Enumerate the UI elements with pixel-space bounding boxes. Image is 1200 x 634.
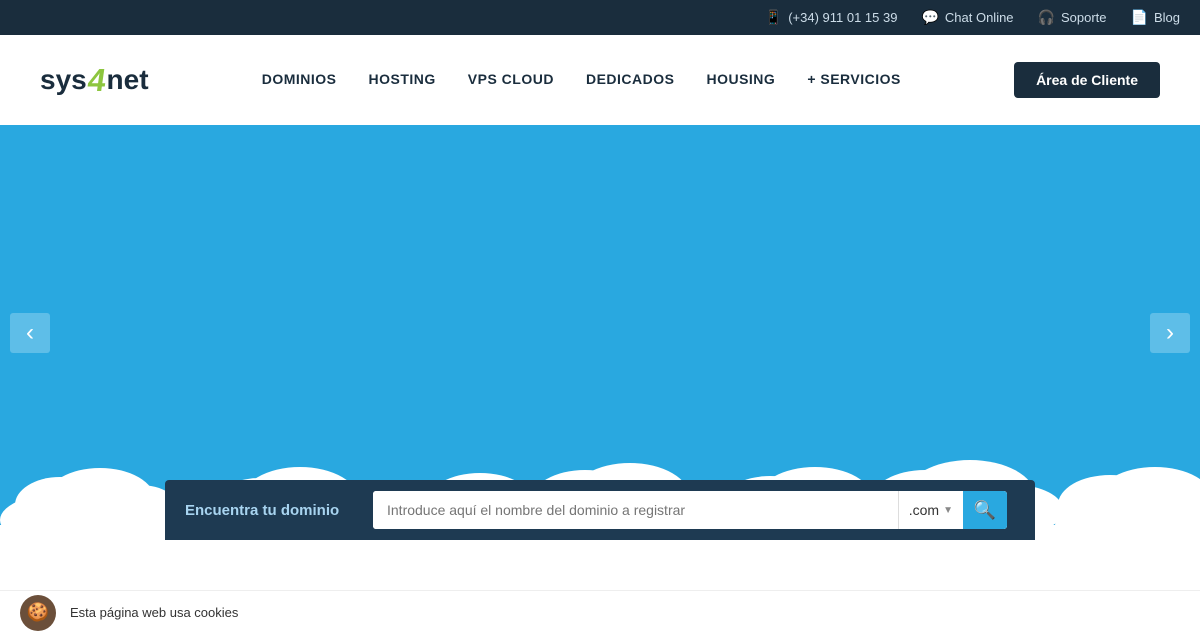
logo-net: net (107, 64, 149, 96)
chat-link[interactable]: 💬 Chat Online (921, 9, 1013, 26)
domain-bar-label: Encuentra tu dominio (185, 502, 365, 519)
phone-number: (+34) 911 01 15 39 (788, 10, 897, 25)
slider-next-button[interactable]: › (1150, 313, 1190, 353)
search-icon: 🔍 (974, 500, 996, 521)
blog-label: Blog (1154, 10, 1180, 25)
hero-slider: ‹ › (0, 125, 1200, 540)
nav-links: DOMINIOS HOSTING VPS CLOUD DEDICADOS HOU… (262, 71, 901, 89)
soporte-label: Soporte (1061, 10, 1107, 25)
domain-tld-value: .com (909, 502, 939, 518)
slider-prev-button[interactable]: ‹ (10, 313, 50, 353)
chat-label: Chat Online (945, 10, 1014, 25)
cookie-bar: 🍪 Esta página web usa cookies (0, 590, 1200, 634)
blog-icon: 📄 (1131, 9, 1148, 26)
nav-dedicados[interactable]: DEDICADOS (586, 71, 675, 87)
domain-tld-selector[interactable]: .com ▼ (898, 491, 963, 529)
blog-link[interactable]: 📄 Blog (1131, 9, 1180, 26)
logo-sys: sys (40, 64, 87, 96)
nav-vps[interactable]: VPS CLOUD (468, 71, 554, 87)
phone-icon: 📱 (765, 9, 782, 26)
main-nav: sys 4 net DOMINIOS HOSTING VPS CLOUD DED… (0, 35, 1200, 125)
nav-hosting[interactable]: HOSTING (368, 71, 435, 87)
domain-search-button[interactable]: 🔍 (963, 491, 1007, 529)
logo-4: 4 (85, 64, 107, 96)
headset-icon: 🎧 (1038, 9, 1055, 26)
nav-servicios[interactable]: + SERVICIOS (807, 71, 901, 87)
nav-housing[interactable]: HOUSING (706, 71, 775, 87)
chat-icon: 💬 (921, 9, 938, 26)
nav-dominios[interactable]: DOMINIOS (262, 71, 337, 87)
chevron-down-icon: ▼ (943, 505, 953, 516)
logo[interactable]: sys 4 net (40, 64, 149, 96)
cookie-icon: 🍪 (20, 595, 56, 631)
top-bar: 📱 (+34) 911 01 15 39 💬 Chat Online 🎧 Sop… (0, 0, 1200, 35)
domain-search-bar: Encuentra tu dominio .com ▼ 🔍 (165, 480, 1035, 540)
soporte-link[interactable]: 🎧 Soporte (1038, 9, 1107, 26)
phone-link[interactable]: 📱 (+34) 911 01 15 39 (765, 9, 898, 26)
domain-search-input[interactable] (373, 491, 898, 529)
area-cliente-button[interactable]: Área de Cliente (1014, 62, 1160, 98)
cookie-text: Esta página web usa cookies (70, 605, 238, 620)
domain-input-wrap: .com ▼ 🔍 (373, 491, 1007, 529)
